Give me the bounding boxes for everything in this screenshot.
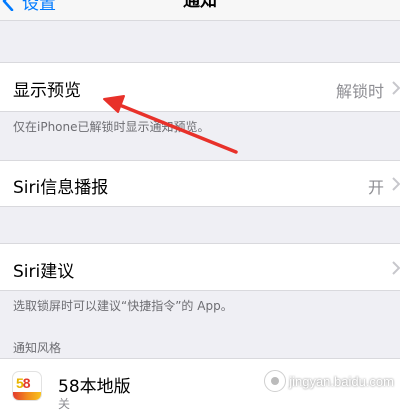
58-app-icon: 58 [12,371,42,401]
app-name: 58本地版 [58,377,131,397]
navigation-bar: 设置 通知 [0,0,400,21]
notification-style-header: 通知风格 [13,341,62,355]
siri-suggestions-label: Siri建议 [13,262,75,282]
siri-suggestions-footnote: 选取锁屏时可以建议“快捷指令”的 App。 [13,299,233,313]
watermark: jingyan.baidu.com [264,368,394,394]
app-detail: 关 [58,397,71,411]
chevron-right-icon [392,81,400,95]
show-previews-label: 显示预览 [13,81,81,101]
show-previews-cell[interactable]: 显示预览 解锁时 [0,62,400,112]
show-previews-value: 解锁时 [335,82,384,101]
siri-announce-label: Siri信息播报 [13,178,109,198]
chevron-right-icon [392,261,400,275]
siri-announce-value: 开 [367,178,384,197]
siri-suggestions-cell[interactable]: Siri建议 [0,243,400,291]
show-previews-footnote: 仅在iPhone已解锁时显示通知预览。 [13,120,210,134]
baidu-paw-icon [264,370,287,392]
page-title: 通知 [183,0,217,11]
chevron-right-icon [392,177,400,191]
watermark-text: jingyan.baidu.com [289,373,394,389]
siri-announce-cell[interactable]: Siri信息播报 开 [0,160,400,207]
